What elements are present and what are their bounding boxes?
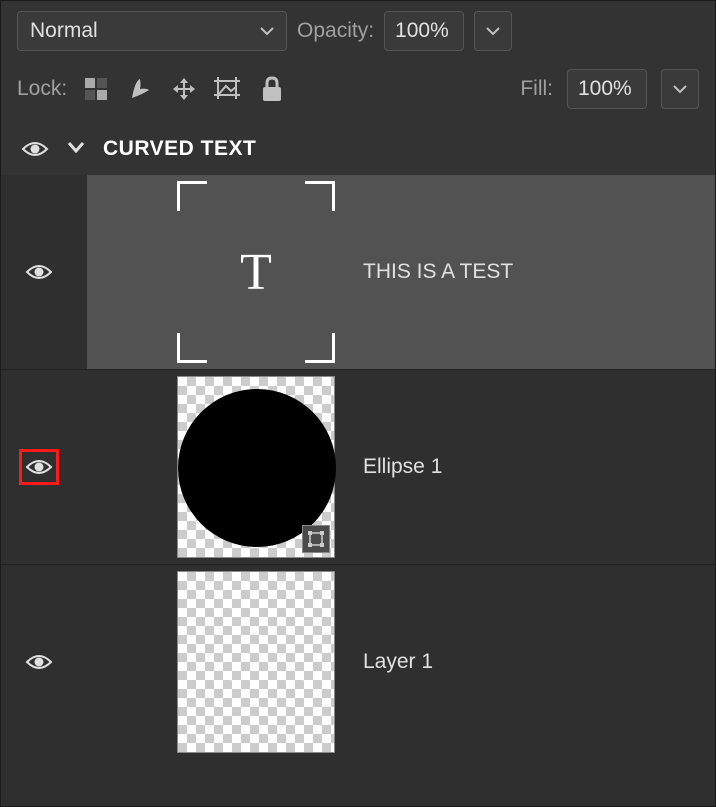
layers-panel: Normal Opacity: 100% Lock: Fil <box>0 0 716 807</box>
lock-label: Lock: <box>17 77 67 101</box>
opacity-input[interactable]: 100% <box>384 11 464 51</box>
opacity-label: Opacity: <box>297 19 374 43</box>
type-icon: T <box>240 243 272 302</box>
ellipse-shape-icon <box>178 389 336 547</box>
blend-opacity-row: Normal Opacity: 100% <box>1 1 715 61</box>
opacity-dropdown-button[interactable] <box>474 11 512 51</box>
lock-artboard-icon[interactable] <box>213 74 243 104</box>
lock-fill-row: Lock: Fill: 100% <box>1 61 715 123</box>
lock-image-icon[interactable] <box>125 74 155 104</box>
layer-content: Ellipse 1 <box>87 370 715 564</box>
selection-corner <box>177 181 207 211</box>
selection-corner <box>305 181 335 211</box>
layer-visibility-toggle[interactable] <box>19 449 59 485</box>
vector-mask-badge[interactable] <box>302 525 330 553</box>
chevron-down-icon <box>673 84 687 94</box>
layer-content: Layer 1 <box>87 565 715 759</box>
layer-thumbnail-text[interactable]: T <box>177 181 335 363</box>
lock-transparency-icon[interactable] <box>81 74 111 104</box>
group-expand-toggle[interactable] <box>67 140 85 158</box>
layer-name[interactable]: Layer 1 <box>363 650 433 674</box>
layer-content: T THIS IS A TEST <box>87 175 715 369</box>
eye-icon <box>25 262 53 282</box>
chevron-down-icon <box>67 141 85 153</box>
layer-visibility-toggle[interactable] <box>21 262 57 282</box>
fill-label: Fill: <box>520 77 553 101</box>
layer-group-header[interactable]: CURVED TEXT <box>1 123 715 175</box>
fill-value: 100% <box>578 77 632 101</box>
fill-input[interactable]: 100% <box>567 69 647 109</box>
fill-dropdown-button[interactable] <box>661 69 699 109</box>
opacity-value: 100% <box>395 19 449 43</box>
layer-thumbnail-pixel[interactable] <box>177 571 335 753</box>
path-icon <box>307 530 325 548</box>
chevron-down-icon <box>486 26 500 36</box>
selection-corner <box>177 333 207 363</box>
eye-icon <box>25 457 53 477</box>
layer-name[interactable]: Ellipse 1 <box>363 455 442 479</box>
eye-icon <box>25 652 53 672</box>
group-title: CURVED TEXT <box>103 137 256 161</box>
eye-icon <box>21 139 49 159</box>
layer-name[interactable]: THIS IS A TEST <box>363 260 513 284</box>
layers-list: T THIS IS A TEST Ellipse 1 <box>1 175 715 806</box>
layer-thumbnail-shape[interactable] <box>177 376 335 558</box>
group-visibility-toggle[interactable] <box>21 139 49 159</box>
chevron-down-icon <box>260 23 274 39</box>
layer-row[interactable]: T THIS IS A TEST <box>1 175 715 369</box>
blend-mode-value: Normal <box>30 19 98 43</box>
lock-position-icon[interactable] <box>169 74 199 104</box>
layer-row[interactable]: Ellipse 1 <box>1 369 715 564</box>
lock-all-icon[interactable] <box>257 74 287 104</box>
layer-row[interactable]: Layer 1 <box>1 564 715 759</box>
selection-corner <box>305 333 335 363</box>
blend-mode-dropdown[interactable]: Normal <box>17 11 287 51</box>
layer-visibility-toggle[interactable] <box>21 652 57 672</box>
